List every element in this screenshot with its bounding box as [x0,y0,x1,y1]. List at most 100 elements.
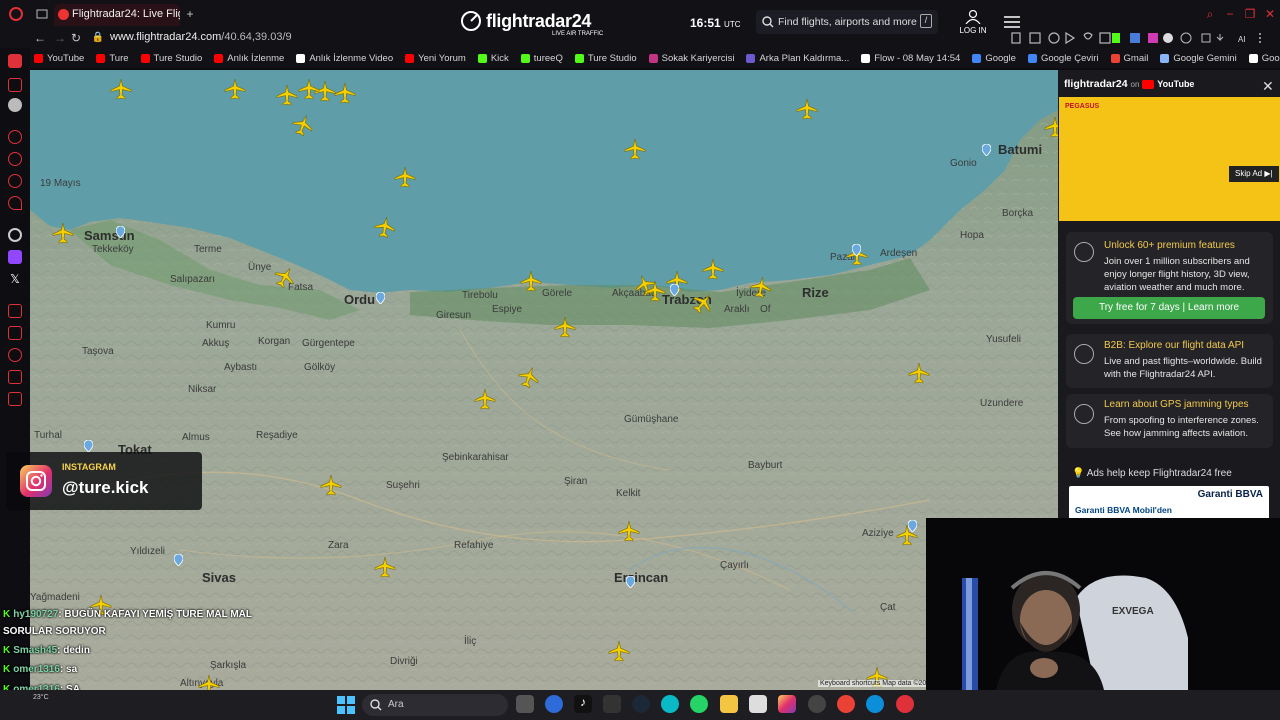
minimize-icon[interactable]: − [1222,6,1238,22]
vpn-icon[interactable] [8,174,22,188]
search-tabs-icon[interactable]: ⌕ [1202,6,1218,22]
airplane-icon[interactable] [298,78,320,100]
airport-pin-icon[interactable] [852,244,861,256]
bookmark-item[interactable]: Google Flow - 22... [1248,53,1280,64]
login-button[interactable]: LOG IN [958,9,988,36]
airplane-icon[interactable] [320,474,342,496]
flight-map[interactable]: 19 Mayıs Samsun Tekkeköy Terme Ünye Fatsa Salı… [30,70,1058,690]
epic-games-icon[interactable] [603,695,621,713]
airplane-icon[interactable] [908,362,930,384]
airplane-icon[interactable] [624,138,646,160]
hamburger-menu-icon[interactable] [1004,16,1020,28]
airplane-icon[interactable] [276,84,298,106]
aria-icon[interactable] [8,98,22,112]
airport-pin-icon[interactable] [908,520,917,532]
opera-menu-icon[interactable] [8,6,24,22]
bookmark-item[interactable]: Yeni Yorum [405,53,466,64]
api-card[interactable]: B2B: Explore our flight data API Live an… [1066,334,1273,388]
flight-search-input[interactable]: Find flights, airports and more / [756,10,938,34]
bookmark-item[interactable]: Ture Studio [140,53,202,64]
player-icon[interactable] [8,304,22,318]
opera-gx-icon[interactable] [896,695,914,713]
airplane-icon[interactable] [394,166,416,188]
chatgpt-icon[interactable] [8,228,22,242]
x-twitter-icon[interactable]: 𝕏 [8,272,22,286]
back-icon[interactable]: ← [32,30,48,46]
app-c-icon[interactable] [661,695,679,713]
bookmark-item[interactable]: tureeQ [520,53,563,64]
chrome-icon[interactable] [837,695,855,713]
task-view-icon[interactable] [516,695,534,713]
airplane-icon[interactable] [644,280,666,302]
url-field[interactable]: www.flightradar24.com/40.64,39.03/9 [110,31,292,43]
map-credits[interactable]: Keyboard shortcuts Map data ©20 [818,680,929,687]
airport-pin-icon[interactable] [982,144,991,156]
wallet-icon[interactable] [8,370,22,384]
location-icon[interactable] [8,196,22,210]
gps-card[interactable]: Learn about GPS jamming types From spoof… [1066,394,1273,448]
bookmark-item[interactable]: Arka Plan Kaldırma... [746,53,849,64]
close-panel-icon[interactable]: ✕ [1262,78,1274,95]
bookmark-item[interactable]: Kick [477,53,509,64]
obs-icon[interactable] [808,695,826,713]
active-tab[interactable]: Flightradar24: Live Flight Tr [54,4,180,26]
forward-icon[interactable]: → [52,30,68,46]
weather-widget[interactable]: 23°C [33,694,49,701]
airplane-icon[interactable] [748,274,773,299]
airport-pin-icon[interactable] [376,292,385,304]
airplane-icon[interactable] [618,520,640,542]
steam-icon[interactable] [632,695,650,713]
video-ad[interactable] [1059,97,1280,221]
airport-pin-icon[interactable] [670,284,679,296]
bookmark-item[interactable]: Anlık İzlenme [214,53,284,64]
airport-pin-icon[interactable] [84,440,93,452]
bookmark-item[interactable]: Ture Studio [574,53,637,64]
messenger-icon[interactable] [8,152,22,166]
bbva-ad-banner[interactable]: Garanti BBVA Garanti BBVA Mobil'den [1069,486,1269,520]
bookmark-item[interactable]: Sokak Kariyercisi [648,53,734,64]
new-tab-icon[interactable]: + [182,6,198,22]
store-icon[interactable] [749,695,767,713]
airport-pin-icon[interactable] [116,226,125,238]
airplane-icon[interactable] [1044,116,1058,138]
discord-icon[interactable] [545,695,563,713]
tab-overview-icon[interactable] [34,6,50,22]
bookmarks-icon[interactable] [8,392,22,406]
airport-pin-icon[interactable] [626,576,635,588]
airplane-icon[interactable] [374,556,396,578]
maximize-icon[interactable]: ❐ [1242,6,1258,22]
airplane-icon[interactable] [334,82,356,104]
airplane-icon[interactable] [608,640,630,662]
bookmark-item[interactable]: Gmail [1110,53,1148,64]
bookmark-item[interactable]: Google Çeviri [1027,53,1099,64]
airplane-icon[interactable] [198,674,220,690]
tiktok-icon[interactable]: ♪ [574,695,592,713]
history-icon[interactable] [8,130,22,144]
airplane-icon[interactable] [520,270,542,292]
whatsapp-icon[interactable] [690,695,708,713]
airplane-icon[interactable] [52,222,74,244]
windows-start-icon[interactable] [337,696,355,714]
airplane-icon[interactable] [224,78,246,100]
lock-icon[interactable]: 🔒 [90,30,106,46]
file-explorer-icon[interactable] [720,695,738,713]
airplane-icon[interactable] [110,78,132,100]
edge-icon[interactable] [866,695,884,713]
bookmark-item[interactable]: YouTube [34,53,84,64]
airplane-icon[interactable] [702,258,724,280]
twitch-icon[interactable] [8,250,22,264]
settings-icon[interactable] [8,348,22,362]
free-trial-button[interactable]: Try free for 7 days | Learn more [1073,297,1265,319]
airplane-icon[interactable] [372,214,397,239]
taskbar-search[interactable]: Ara [362,694,508,716]
reload-icon[interactable]: ↻ [68,30,84,46]
airplane-icon[interactable] [554,316,576,338]
airplane-icon[interactable] [474,388,496,410]
instagram-app-icon[interactable] [778,695,796,713]
bookmark-item[interactable]: Google [972,53,1016,64]
bookmark-item[interactable]: Ture [96,53,129,64]
home-icon[interactable] [8,54,22,68]
bookmark-item[interactable]: Google Gemini [1160,53,1237,64]
bookmark-item[interactable]: Flow - 08 May 14:54 [861,53,960,64]
fr24-logo[interactable]: flightradar24 LIVE AIR TRAFFIC [460,8,610,38]
